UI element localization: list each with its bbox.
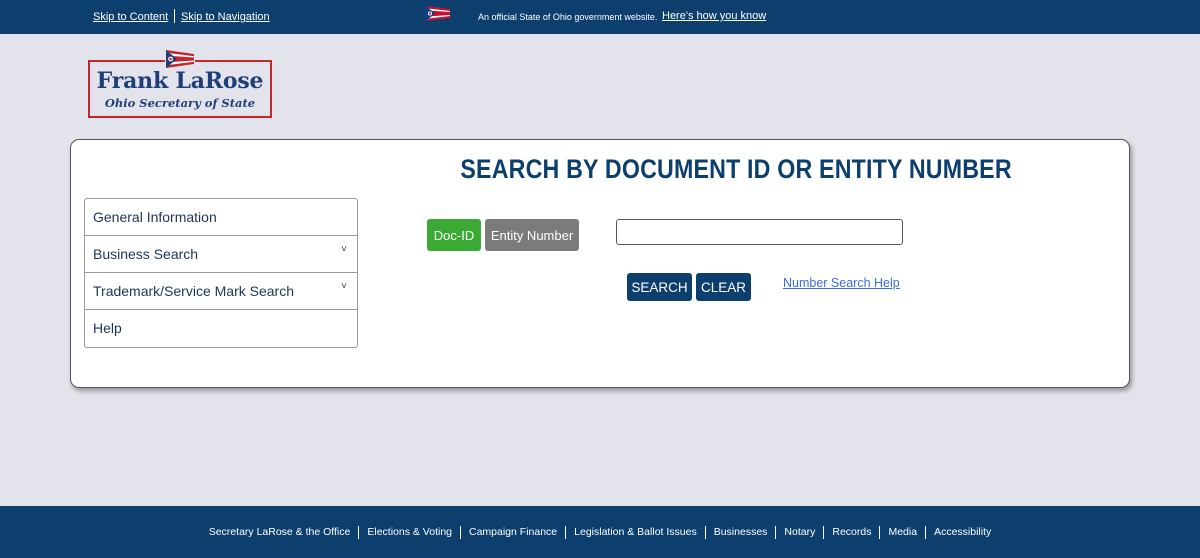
sidebar-item-general-information[interactable]: General Information [85, 199, 357, 236]
entity-number-toggle-button[interactable]: Entity Number [485, 219, 579, 251]
number-search-help-link[interactable]: Number Search Help [783, 276, 900, 290]
sidebar-item-label: General Information [93, 209, 217, 225]
sidebar-item-trademark-search[interactable]: Trademark/Service Mark Search ˅ [85, 273, 357, 310]
sidebar-item-help[interactable]: Help [85, 310, 357, 347]
footer-link-elections-voting[interactable]: Elections & Voting [358, 525, 460, 539]
site-logo[interactable]: Frank LaRose Ohio Secretary of State [88, 50, 272, 119]
sidebar-item-label: Help [93, 320, 122, 336]
search-input[interactable] [616, 219, 903, 245]
chevron-down-icon: ˅ [341, 244, 347, 255]
sidebar-item-label: Trademark/Service Mark Search [93, 283, 294, 299]
footer-link-secretary-office[interactable]: Secretary LaRose & the Office [201, 526, 359, 539]
footer-link-businesses[interactable]: Businesses [704, 525, 776, 539]
footer-link-records[interactable]: Records [823, 525, 879, 539]
official-site-banner: Skip to Content Skip to Navigation An of… [0, 0, 1200, 34]
chevron-down-icon: ˅ [341, 281, 347, 292]
sidebar-item-business-search[interactable]: Business Search ˅ [85, 236, 357, 273]
ohio-flag-icon [166, 50, 194, 68]
skip-to-navigation-link[interactable]: Skip to Navigation [181, 11, 270, 23]
search-button[interactable]: SEARCH [627, 273, 692, 301]
logo-subtitle: Ohio Secretary of State [104, 96, 256, 110]
doc-id-toggle-button[interactable]: Doc-ID [427, 219, 481, 251]
search-card: SEARCH BY DOCUMENT ID OR ENTITY NUMBER G… [70, 139, 1130, 388]
footer-link-media[interactable]: Media [879, 525, 925, 539]
ohio-flag-icon [426, 6, 450, 21]
footer-link-accessibility[interactable]: Accessibility [925, 525, 999, 539]
page-title: SEARCH BY DOCUMENT ID OR ENTITY NUMBER [460, 154, 1012, 184]
clear-button[interactable]: CLEAR [696, 273, 751, 301]
footer-link-notary[interactable]: Notary [775, 525, 823, 539]
footer-link-campaign-finance[interactable]: Campaign Finance [460, 525, 565, 539]
logo-name: Frank LaRose [96, 68, 264, 94]
footer-links: Secretary LaRose & the Office Elections … [0, 506, 1200, 558]
how-you-know-link[interactable]: Here's how you know [662, 10, 766, 22]
site-footer: Secretary LaRose & the Office Elections … [0, 506, 1200, 558]
separator [174, 9, 175, 23]
sidebar-item-label: Business Search [93, 246, 199, 262]
official-site-text: An official State of Ohio government web… [478, 12, 658, 22]
footer-link-legislation-ballot[interactable]: Legislation & Ballot Issues [565, 525, 705, 539]
side-navigation: General Information Business Search ˅ Tr… [84, 198, 358, 348]
skip-to-content-link[interactable]: Skip to Content [93, 11, 168, 23]
